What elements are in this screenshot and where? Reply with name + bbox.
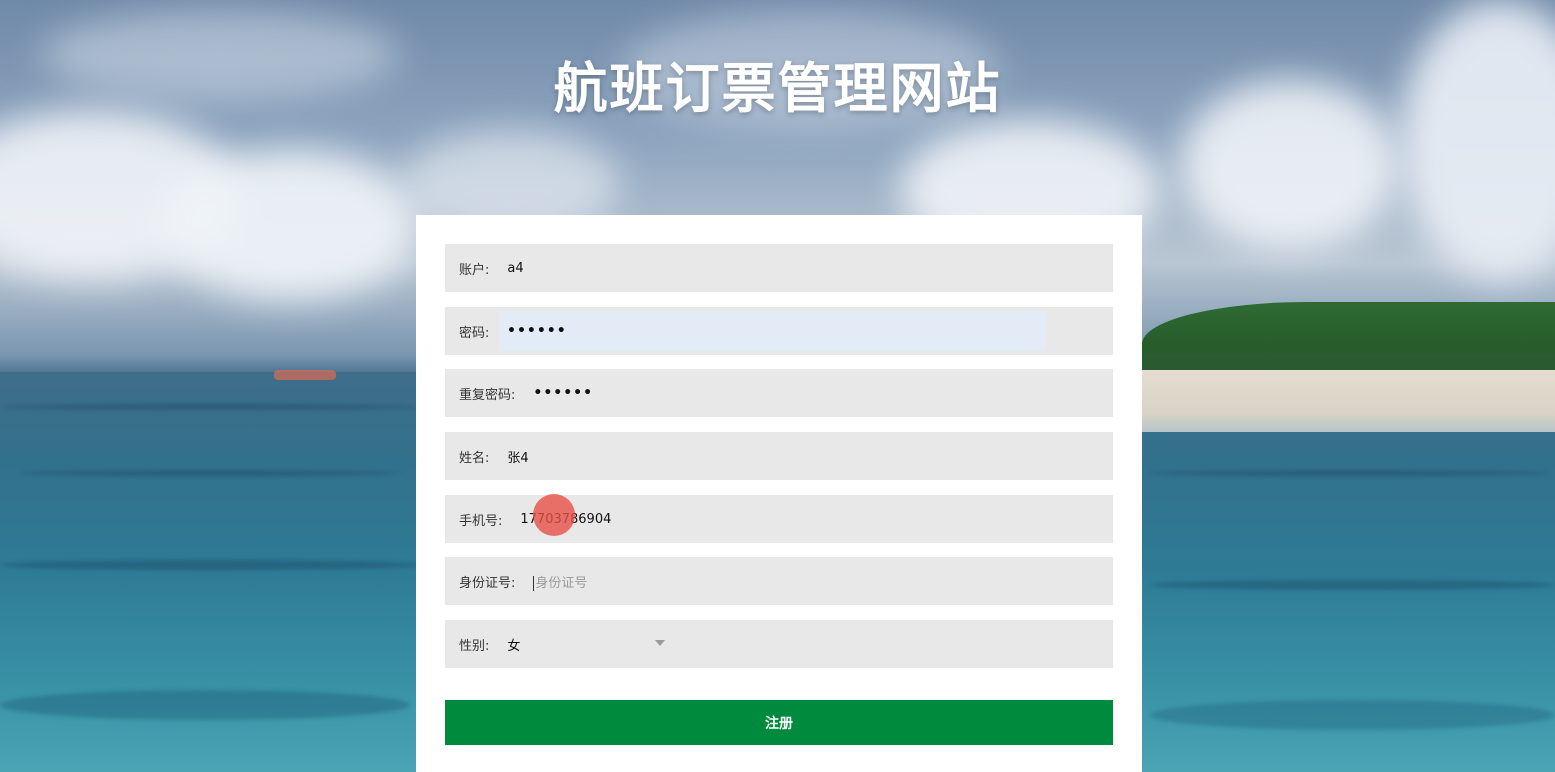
wave — [0, 560, 420, 570]
wave — [0, 690, 410, 720]
account-label: 账户: — [459, 262, 490, 278]
chevron-down-icon[interactable] — [655, 640, 665, 646]
id-card-field[interactable]: 身份证号: 身份证号 — [445, 557, 1113, 605]
confirm-password-input[interactable]: •••••• — [533, 385, 593, 401]
password-value: •••••• — [507, 323, 567, 339]
phone-field[interactable]: 手机号: 17703786904 — [445, 495, 1113, 543]
page-title: 航班订票管理网站 — [553, 57, 1002, 120]
phone-label: 手机号: — [459, 513, 503, 529]
confirm-password-label: 重复密码: — [459, 387, 516, 403]
wave — [20, 470, 400, 476]
register-form: 账户: a4 密码: •••••• 重复密码: •••••• 姓名: 张4 手机… — [416, 215, 1142, 772]
gender-select[interactable]: 女 — [507, 635, 520, 654]
wave — [1150, 470, 1550, 476]
wave — [0, 404, 420, 410]
confirm-password-field[interactable]: 重复密码: •••••• — [445, 369, 1113, 417]
password-input[interactable]: •••••• — [499, 311, 1046, 351]
password-label: 密码: — [459, 325, 490, 341]
name-field[interactable]: 姓名: 张4 — [445, 432, 1113, 480]
cloud — [160, 150, 420, 300]
name-label: 姓名: — [459, 450, 490, 466]
password-field[interactable]: 密码: •••••• — [445, 307, 1113, 355]
register-button[interactable]: 注册 — [445, 700, 1113, 745]
wave — [1150, 700, 1555, 730]
id-card-label: 身份证号: — [459, 575, 516, 591]
gender-label: 性别: — [459, 638, 490, 654]
gender-field[interactable]: 性别: 女 — [445, 620, 1113, 668]
id-card-placeholder: 身份证号 — [535, 575, 588, 591]
beach — [1142, 370, 1555, 432]
island-trees — [1142, 302, 1555, 372]
id-card-input[interactable]: 身份证号 — [533, 572, 587, 591]
boat — [274, 370, 336, 380]
phone-input[interactable]: 17703786904 — [520, 512, 611, 527]
cloud — [1400, 0, 1555, 280]
account-field[interactable]: 账户: a4 — [445, 244, 1113, 292]
background-scene: 航班订票管理网站 账户: a4 密码: •••••• 重复密码: •••••• … — [0, 0, 1555, 772]
name-input[interactable]: 张4 — [507, 447, 528, 466]
account-input[interactable]: a4 — [507, 261, 523, 276]
wave — [1150, 580, 1555, 590]
